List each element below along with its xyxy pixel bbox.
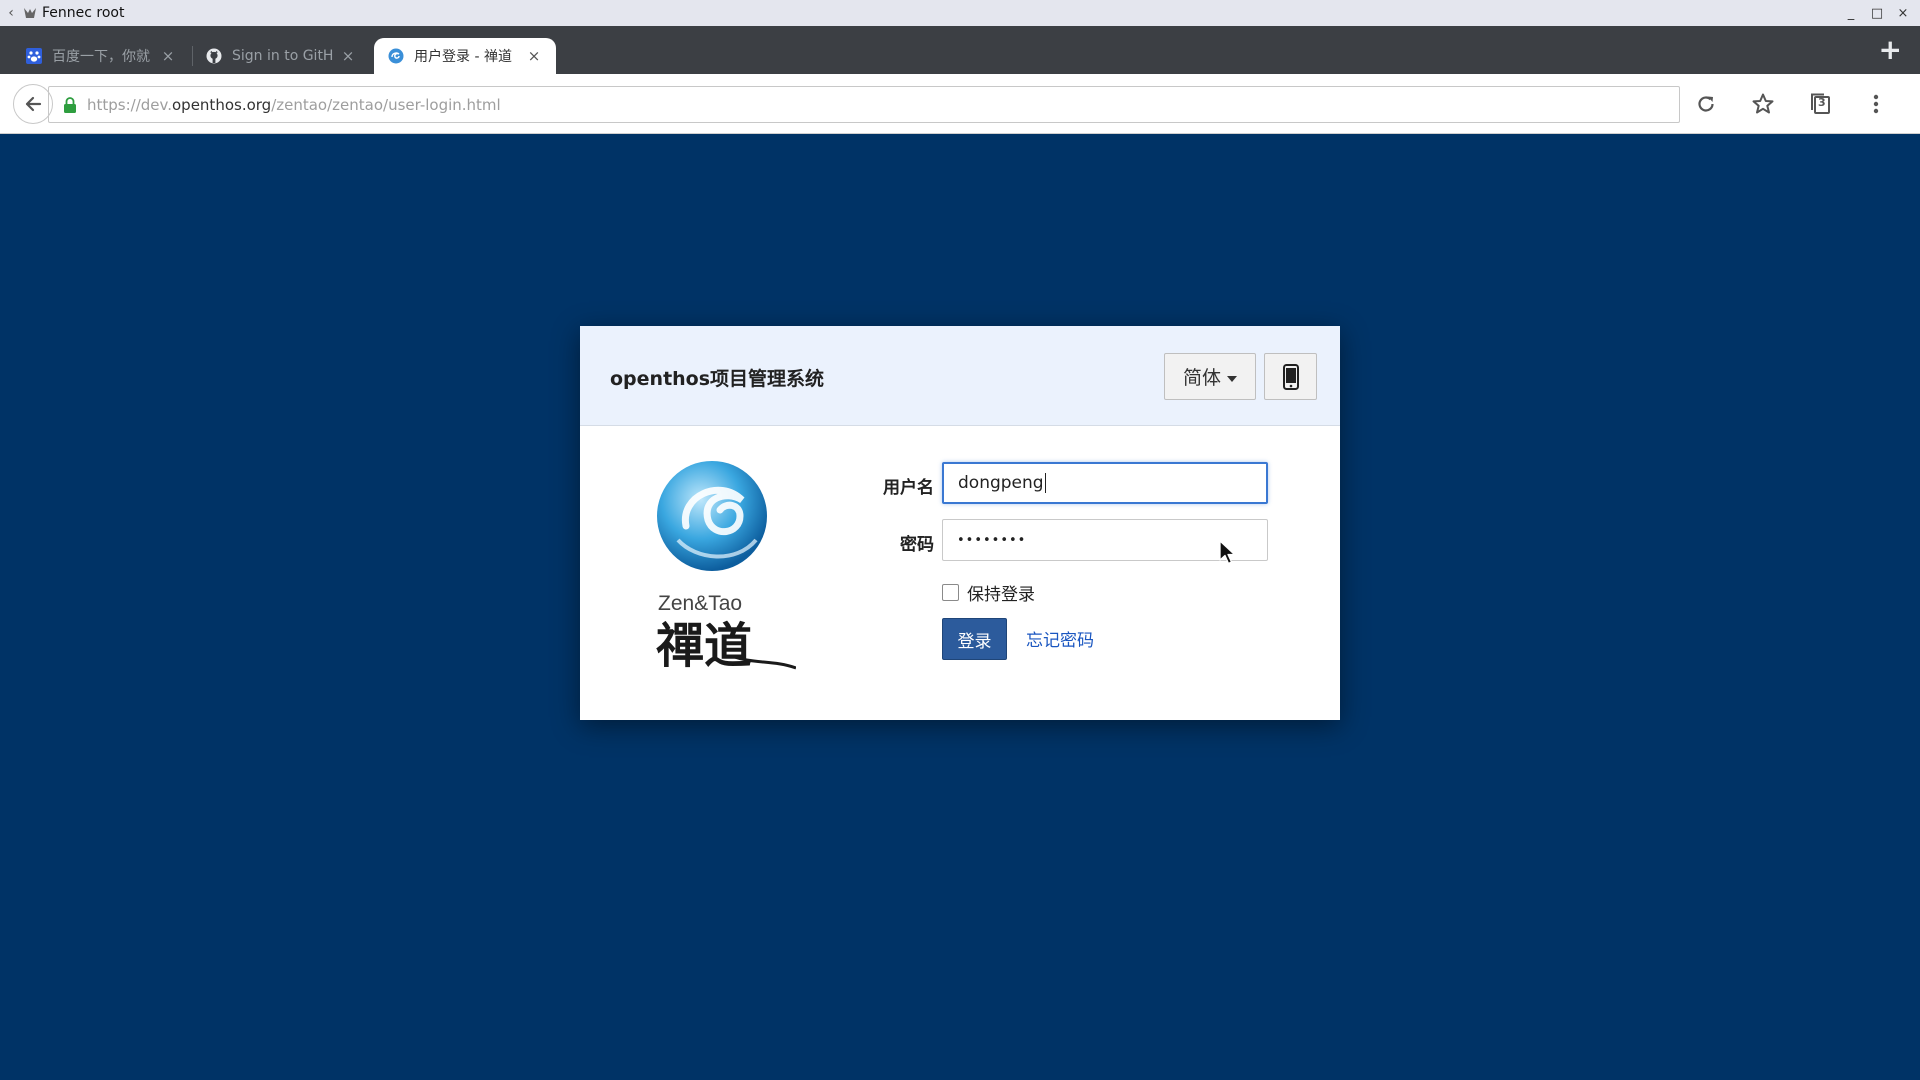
tab-baidu[interactable]: 百度一下，你就 ×: [12, 38, 190, 74]
logo-text-cn: 禪道: [656, 618, 752, 670]
close-window-button[interactable]: ×: [1890, 6, 1916, 21]
window-titlebar: ‹ Fennec root _ □ ×: [0, 0, 1920, 26]
login-panel-header: openthos项目管理系统 简体: [580, 326, 1340, 426]
text-caret: [1044, 473, 1046, 493]
tab-label: 百度一下，你就: [52, 49, 150, 65]
tab-count: 3: [1818, 96, 1826, 109]
password-value: ••••••••: [957, 532, 1027, 548]
logo-text-en: Zen&Tao: [658, 592, 742, 615]
keep-login-label: 保持登录: [967, 585, 1035, 605]
tab-close-icon[interactable]: ×: [526, 47, 542, 65]
titlebar-back-icon[interactable]: ‹: [0, 5, 22, 21]
mobile-phone-icon: [1282, 363, 1299, 390]
tab-zentao[interactable]: 用户登录 - 禅道 ×: [374, 38, 556, 74]
keep-login-option[interactable]: 保持登录: [942, 580, 1035, 605]
menu-button[interactable]: [1860, 88, 1892, 120]
url-path: /zentao/zentao/user-login.html: [271, 95, 501, 114]
toolbar-actions: 3: [1690, 88, 1920, 120]
keep-login-checkbox[interactable]: [942, 584, 959, 601]
bookmark-button[interactable]: [1747, 88, 1779, 120]
window-controls: _ □ ×: [1838, 6, 1916, 21]
username-input[interactable]: dongpeng: [942, 462, 1268, 504]
password-label: 密码: [900, 535, 934, 555]
arrow-left-icon: [25, 96, 42, 112]
reload-icon: [1698, 96, 1714, 112]
tab-label: Sign in to GitH: [232, 48, 334, 64]
tab-strip: 百度一下，你就 × Sign in to GitH × 用户登录 - 禅道 × …: [0, 26, 1920, 74]
zentao-favicon-icon: [388, 48, 404, 64]
username-label: 用户名: [883, 478, 934, 498]
tab-github[interactable]: Sign in to GitH ×: [192, 38, 370, 74]
mobile-view-button[interactable]: [1264, 353, 1317, 400]
language-label: 简体: [1182, 367, 1221, 389]
language-dropdown[interactable]: 简体: [1164, 353, 1256, 400]
tab-close-icon[interactable]: ×: [340, 47, 356, 65]
lock-icon: [64, 96, 76, 113]
login-panel: openthos项目管理系统 简体 Zen&Tao 禪道 用户名 dongpen…: [580, 326, 1340, 720]
more-vert-icon: [1873, 94, 1879, 114]
url-bar[interactable]: https://dev. openthos.org/zentao/zentao/u…: [48, 86, 1680, 123]
new-tab-button[interactable]: +: [1879, 36, 1902, 64]
zentao-logo: Zen&Tao 禪道: [656, 461, 796, 670]
tab-close-icon[interactable]: ×: [160, 47, 176, 65]
system-title: openthos项目管理系统: [610, 368, 825, 390]
tab-switcher-button[interactable]: 3: [1804, 88, 1836, 120]
url-scheme: https://dev.: [87, 95, 172, 114]
github-favicon-icon: [206, 48, 222, 64]
username-value: dongpeng: [958, 473, 1044, 493]
forgot-password-link[interactable]: 忘记密码: [1026, 626, 1094, 651]
mouse-cursor-icon: [1219, 540, 1236, 565]
baidu-favicon-icon: [26, 48, 42, 64]
tab-label: 用户登录 - 禅道: [414, 49, 512, 65]
login-button[interactable]: 登录: [942, 618, 1007, 660]
minimize-button[interactable]: _: [1838, 6, 1864, 21]
star-icon: [1752, 93, 1774, 114]
window-title: Fennec root: [42, 5, 125, 21]
fennec-app-icon: [24, 8, 36, 18]
reload-button[interactable]: [1690, 88, 1722, 120]
url-host: openthos.org: [172, 95, 272, 114]
browser-toolbar: https://dev. openthos.org/zentao/zentao/u…: [0, 74, 1920, 134]
caret-down-icon: [1227, 375, 1237, 382]
maximize-button[interactable]: □: [1864, 6, 1890, 21]
back-button[interactable]: [13, 84, 53, 124]
